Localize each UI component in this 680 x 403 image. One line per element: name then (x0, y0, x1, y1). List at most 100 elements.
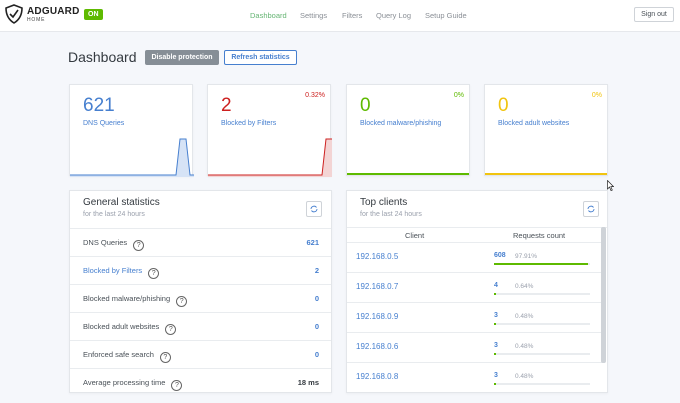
top-clients-panel: Top clients for the last 24 hours Client… (346, 190, 608, 393)
stat-percent: 0% (591, 92, 602, 99)
column-header-requests: Requests count (513, 231, 566, 240)
nav-dashboard[interactable]: Dashboard (250, 11, 287, 20)
divider (347, 227, 607, 228)
client-ip[interactable]: 192.168.0.6 (356, 342, 398, 351)
nav-filters[interactable]: Filters (342, 11, 362, 20)
request-bar-fill (494, 383, 496, 385)
stat-card-blocked-malware: 0 Blocked malware/phishing 0% (346, 84, 470, 176)
row-label[interactable]: Blocked by Filters? (83, 266, 160, 279)
request-count: 608 (494, 252, 506, 259)
disable-protection-button[interactable]: Disable protection (145, 50, 219, 65)
row-label: Average processing time? (83, 378, 183, 391)
help-icon[interactable]: ? (148, 268, 160, 279)
request-percent: 0.48% (515, 343, 534, 350)
protection-status-badge: ON (84, 9, 103, 20)
help-icon[interactable]: ? (176, 296, 188, 307)
stat-percent: 0.32% (305, 92, 325, 99)
request-bar (494, 383, 590, 385)
page-title: Dashboard (68, 49, 137, 65)
blocked-filters-sparkline (208, 138, 332, 177)
stat-row-avg-time: Average processing time? 18 ms (70, 368, 331, 396)
request-percent: 0.48% (515, 313, 534, 320)
request-bar (494, 293, 590, 295)
row-value: 0 (314, 350, 319, 359)
stat-card-blocked-filters: 2 Blocked by Filters 0.32% (207, 84, 332, 177)
client-row: 192.168.0.5 608 97.91% (347, 242, 605, 272)
refresh-icon (310, 205, 318, 213)
adult-sparkline (485, 173, 607, 175)
row-value: 0 (314, 322, 319, 331)
request-bar-fill (494, 263, 588, 265)
row-label: Blocked adult websites? (83, 322, 177, 335)
stat-value: 0 (498, 95, 509, 116)
help-icon[interactable]: ? (171, 380, 183, 391)
nav-setup-guide[interactable]: Setup Guide (425, 11, 467, 20)
general-statistics-panel: General statistics for the last 24 hours… (69, 190, 332, 393)
client-row: 192.168.0.6 3 0.48% (347, 332, 605, 362)
refresh-general-button[interactable] (306, 201, 322, 217)
stat-value: 0 (360, 95, 371, 116)
client-ip[interactable]: 192.168.0.9 (356, 312, 398, 321)
stat-value: 2 (221, 95, 232, 116)
request-count: 4 (494, 282, 498, 289)
mouse-cursor-icon (607, 180, 614, 191)
column-header-client: Client (405, 231, 425, 240)
client-ip[interactable]: 192.168.0.5 (356, 252, 398, 261)
help-icon[interactable]: ? (165, 324, 177, 335)
request-bar (494, 323, 590, 325)
refresh-icon (587, 205, 595, 213)
row-value: 0 (314, 294, 319, 303)
request-bar-fill (494, 323, 496, 325)
dns-queries-sparkline (70, 138, 194, 177)
refresh-statistics-button[interactable]: Refresh statistics (224, 50, 297, 65)
client-row: 192.168.0.8 3 0.48% (347, 362, 605, 392)
request-bar-fill (494, 353, 496, 355)
clients-scrollbar[interactable] (601, 227, 606, 363)
request-bar (494, 263, 590, 265)
row-value: 621 (306, 238, 319, 247)
client-ip[interactable]: 192.168.0.7 (356, 282, 398, 291)
request-count: 3 (494, 342, 498, 349)
refresh-clients-button[interactable] (583, 201, 599, 217)
stat-row-blocked-filters: Blocked by Filters? 2 (70, 256, 331, 284)
stat-label: Blocked adult websites (498, 120, 570, 127)
stat-label: Blocked malware/phishing (360, 120, 442, 127)
brand-name: ADGUARD (27, 6, 80, 17)
stat-label: DNS Queries (83, 120, 125, 127)
help-icon[interactable]: ? (159, 352, 171, 363)
client-row: 192.168.0.7 4 0.64% (347, 272, 605, 302)
request-percent: 0.64% (515, 283, 534, 290)
row-label: Blocked malware/phishing? (83, 294, 188, 307)
row-value: 2 (314, 266, 319, 275)
client-ip[interactable]: 192.168.0.8 (356, 372, 398, 381)
stat-row-blocked-adult: Blocked adult websites? 0 (70, 312, 331, 340)
request-percent: 97.91% (515, 253, 538, 260)
top-header: ADGUARD HOME ON Dashboard Settings Filte… (0, 0, 680, 32)
nav-query-log[interactable]: Query Log (376, 11, 411, 20)
row-label: DNS Queries? (83, 238, 145, 251)
stat-value: 621 (83, 95, 115, 116)
sign-out-button[interactable]: Sign out (634, 7, 674, 22)
stat-card-dns-queries: 621 DNS Queries (69, 84, 194, 177)
nav-settings[interactable]: Settings (300, 11, 327, 20)
malware-sparkline (347, 173, 469, 175)
stat-percent: 0% (453, 92, 464, 99)
row-value: 18 ms (297, 378, 319, 387)
request-bar (494, 353, 590, 355)
help-icon[interactable]: ? (133, 240, 145, 251)
shield-logo-icon (5, 4, 23, 24)
panel-title: Top clients (360, 197, 408, 208)
panel-subtitle: for the last 24 hours (83, 211, 145, 218)
brand-subtitle: HOME (27, 17, 46, 23)
request-bar-fill (494, 293, 496, 295)
row-label: Enforced safe search? (83, 350, 171, 363)
stat-row-blocked-malware: Blocked malware/phishing? 0 (70, 284, 331, 312)
stat-row-dns-queries: DNS Queries? 621 (70, 228, 331, 256)
request-percent: 0.48% (515, 373, 534, 380)
panel-title: General statistics (83, 197, 160, 208)
stat-label: Blocked by Filters (221, 120, 277, 127)
client-row: 192.168.0.9 3 0.48% (347, 302, 605, 332)
request-count: 3 (494, 372, 498, 379)
stat-row-safe-search: Enforced safe search? 0 (70, 340, 331, 368)
request-count: 3 (494, 312, 498, 319)
